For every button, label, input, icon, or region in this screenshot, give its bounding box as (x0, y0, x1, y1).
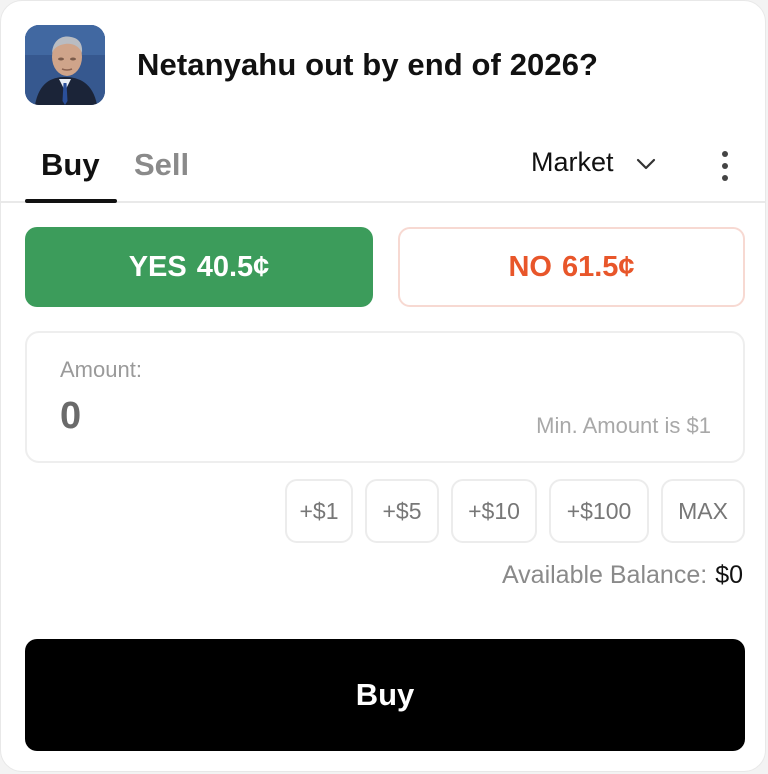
vertical-ellipsis-icon (722, 151, 728, 181)
no-price: 61.5¢ (561, 250, 635, 283)
trade-widget: Netanyahu out by end of 2026? Buy Sell M… (0, 0, 766, 772)
available-balance: Available Balance: $0 (502, 561, 743, 590)
max-amount-button[interactable]: MAX (661, 479, 745, 543)
balance-value: $0 (715, 561, 743, 589)
yes-label: YES (128, 250, 187, 283)
order-type-dropdown[interactable]: Market (531, 147, 656, 178)
portrait-icon (25, 25, 105, 105)
amount-label: Amount: (60, 357, 142, 382)
min-amount-hint: Min. Amount is $1 (536, 413, 711, 438)
no-label: NO (508, 250, 552, 283)
tab-sell[interactable]: Sell (134, 147, 189, 183)
quick-add-5-button[interactable]: +$5 (365, 479, 439, 543)
more-options-button[interactable] (711, 147, 739, 187)
yes-price: 40.5¢ (196, 250, 270, 283)
market-title: Netanyahu out by end of 2026? (137, 47, 599, 82)
no-outcome-button[interactable]: NO 61.5¢ (398, 227, 745, 307)
yes-outcome-button[interactable]: YES 40.5¢ (25, 227, 373, 307)
buy-submit-button[interactable]: Buy (25, 639, 745, 751)
market-header: Netanyahu out by end of 2026? (25, 25, 598, 105)
quick-add-100-button[interactable]: +$100 (549, 479, 649, 543)
amount-field-container: Amount: Min. Amount is $1 (25, 331, 745, 463)
quick-add-1-button[interactable]: +$1 (285, 479, 353, 543)
trade-tabs: Buy Sell Market (1, 129, 765, 203)
market-avatar (25, 25, 105, 105)
chevron-down-icon (636, 158, 655, 169)
order-type-label: Market (531, 147, 614, 177)
tab-buy[interactable]: Buy (41, 147, 100, 183)
balance-label: Available Balance: (501, 561, 708, 589)
quick-add-10-button[interactable]: +$10 (451, 479, 537, 543)
active-tab-indicator (25, 199, 117, 203)
amount-input[interactable] (60, 395, 360, 438)
